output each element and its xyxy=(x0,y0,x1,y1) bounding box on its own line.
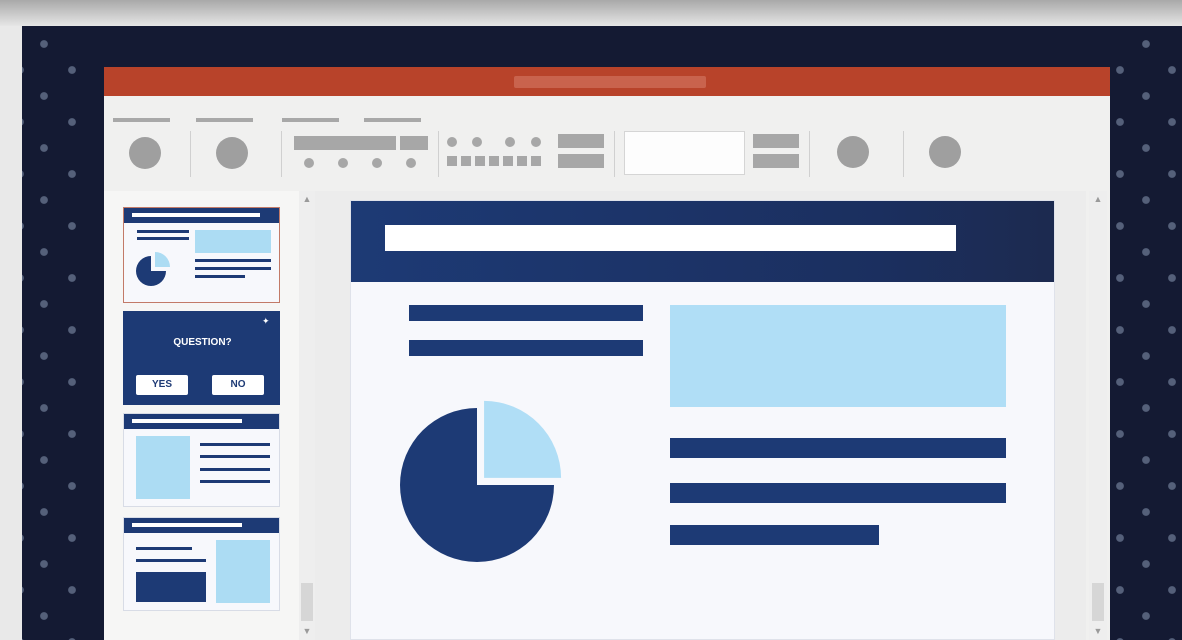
format-button[interactable] xyxy=(406,158,416,168)
presentation-app-window: ✦ QUESTION? YES NO ▲ ▼ ▲ ▼ xyxy=(104,67,1110,640)
ribbon-button-2[interactable] xyxy=(216,137,248,169)
thumb-text-line xyxy=(136,547,192,550)
search-field[interactable] xyxy=(624,131,745,175)
paragraph-button[interactable] xyxy=(503,156,513,166)
thumb-text-line xyxy=(137,230,189,233)
paragraph-button[interactable] xyxy=(447,156,457,166)
font-size-dropdown[interactable] xyxy=(400,136,428,150)
paragraph-button[interactable] xyxy=(475,156,485,166)
slide-thumbnail-1[interactable] xyxy=(123,207,280,303)
layout-button[interactable] xyxy=(558,134,604,148)
ribbon-separator xyxy=(809,131,810,177)
paragraph-button[interactable] xyxy=(531,137,541,147)
thumb-pie-icon xyxy=(136,252,170,286)
window-title-placeholder xyxy=(514,76,706,88)
layout-button[interactable] xyxy=(558,154,604,168)
paragraph-button[interactable] xyxy=(517,156,527,166)
paragraph-button[interactable] xyxy=(472,137,482,147)
scroll-up-arrow[interactable]: ▲ xyxy=(299,193,315,205)
current-slide[interactable] xyxy=(350,200,1055,640)
slide-header xyxy=(351,201,1054,282)
sparkle-icon: ✦ xyxy=(262,316,270,326)
ribbon-tab-1[interactable] xyxy=(113,118,170,122)
ribbon-separator xyxy=(281,131,282,177)
top-strip xyxy=(0,0,1182,26)
format-button[interactable] xyxy=(372,158,382,168)
scroll-thumb[interactable] xyxy=(301,583,313,621)
thumb-text-line xyxy=(195,259,271,262)
arrange-button[interactable] xyxy=(753,154,799,168)
title-bar xyxy=(104,67,1110,96)
thumb-image-placeholder xyxy=(136,572,206,602)
scroll-down-arrow[interactable]: ▼ xyxy=(1089,625,1107,637)
slide-thumbnail-3[interactable] xyxy=(123,413,280,507)
thumb-text-line xyxy=(136,559,206,562)
ribbon-separator xyxy=(438,131,439,177)
thumb-title xyxy=(132,213,260,217)
thumb-text-line xyxy=(195,275,245,278)
text-line xyxy=(409,305,643,321)
dot-pattern-right xyxy=(1110,26,1182,640)
ribbon-separator xyxy=(190,131,191,177)
arrange-button[interactable] xyxy=(753,134,799,148)
ribbon-tab-2[interactable] xyxy=(196,118,253,122)
scroll-thumb[interactable] xyxy=(1092,583,1104,621)
thumbnail-scrollbar[interactable]: ▲ ▼ xyxy=(299,191,315,640)
paragraph-button[interactable] xyxy=(489,156,499,166)
thumb-title xyxy=(132,419,242,423)
thumb-text-line xyxy=(200,443,270,446)
text-line xyxy=(670,483,1006,503)
scroll-up-arrow[interactable]: ▲ xyxy=(1089,193,1107,205)
thumb-image-placeholder xyxy=(195,230,271,253)
text-line xyxy=(670,438,1006,458)
ribbon-separator xyxy=(903,131,904,177)
ribbon-tab-4[interactable] xyxy=(364,118,421,122)
font-name-dropdown[interactable] xyxy=(294,136,396,150)
pie-chart xyxy=(400,400,562,562)
thumb-text-line xyxy=(200,468,270,471)
format-button[interactable] xyxy=(304,158,314,168)
pie-slice-2 xyxy=(484,400,562,478)
text-line xyxy=(409,340,643,356)
paragraph-button[interactable] xyxy=(461,156,471,166)
yes-button: YES xyxy=(136,375,188,395)
image-placeholder[interactable] xyxy=(670,305,1006,407)
dot-pattern-left xyxy=(22,26,82,640)
format-button[interactable] xyxy=(338,158,348,168)
no-button: NO xyxy=(212,375,264,395)
thumb-text-line xyxy=(137,237,189,240)
ribbon-button-4[interactable] xyxy=(929,136,961,168)
main-scrollbar[interactable]: ▲ ▼ xyxy=(1089,191,1107,640)
thumb-text-line xyxy=(200,480,270,483)
thumb-text-line xyxy=(200,455,270,458)
text-line xyxy=(670,525,879,545)
thumb-text-line xyxy=(195,267,271,270)
ribbon-button-1[interactable] xyxy=(129,137,161,169)
thumb-image-placeholder xyxy=(216,540,270,603)
slide-title-placeholder[interactable] xyxy=(385,225,956,251)
ribbon-button-3[interactable] xyxy=(837,136,869,168)
scroll-down-arrow[interactable]: ▼ xyxy=(299,625,315,637)
thumb-title xyxy=(132,523,242,527)
thumb-image-placeholder xyxy=(136,436,190,499)
slide-thumbnail-2[interactable]: ✦ QUESTION? YES NO xyxy=(123,311,280,405)
paragraph-button[interactable] xyxy=(505,137,515,147)
question-text: QUESTION? xyxy=(173,337,232,348)
paragraph-button[interactable] xyxy=(447,137,457,147)
ribbon-separator xyxy=(614,131,615,177)
slide-thumbnail-panel: ✦ QUESTION? YES NO xyxy=(104,191,299,640)
ribbon-tab-3[interactable] xyxy=(282,118,339,122)
slide-thumbnail-4[interactable] xyxy=(123,517,280,611)
paragraph-button[interactable] xyxy=(531,156,541,166)
